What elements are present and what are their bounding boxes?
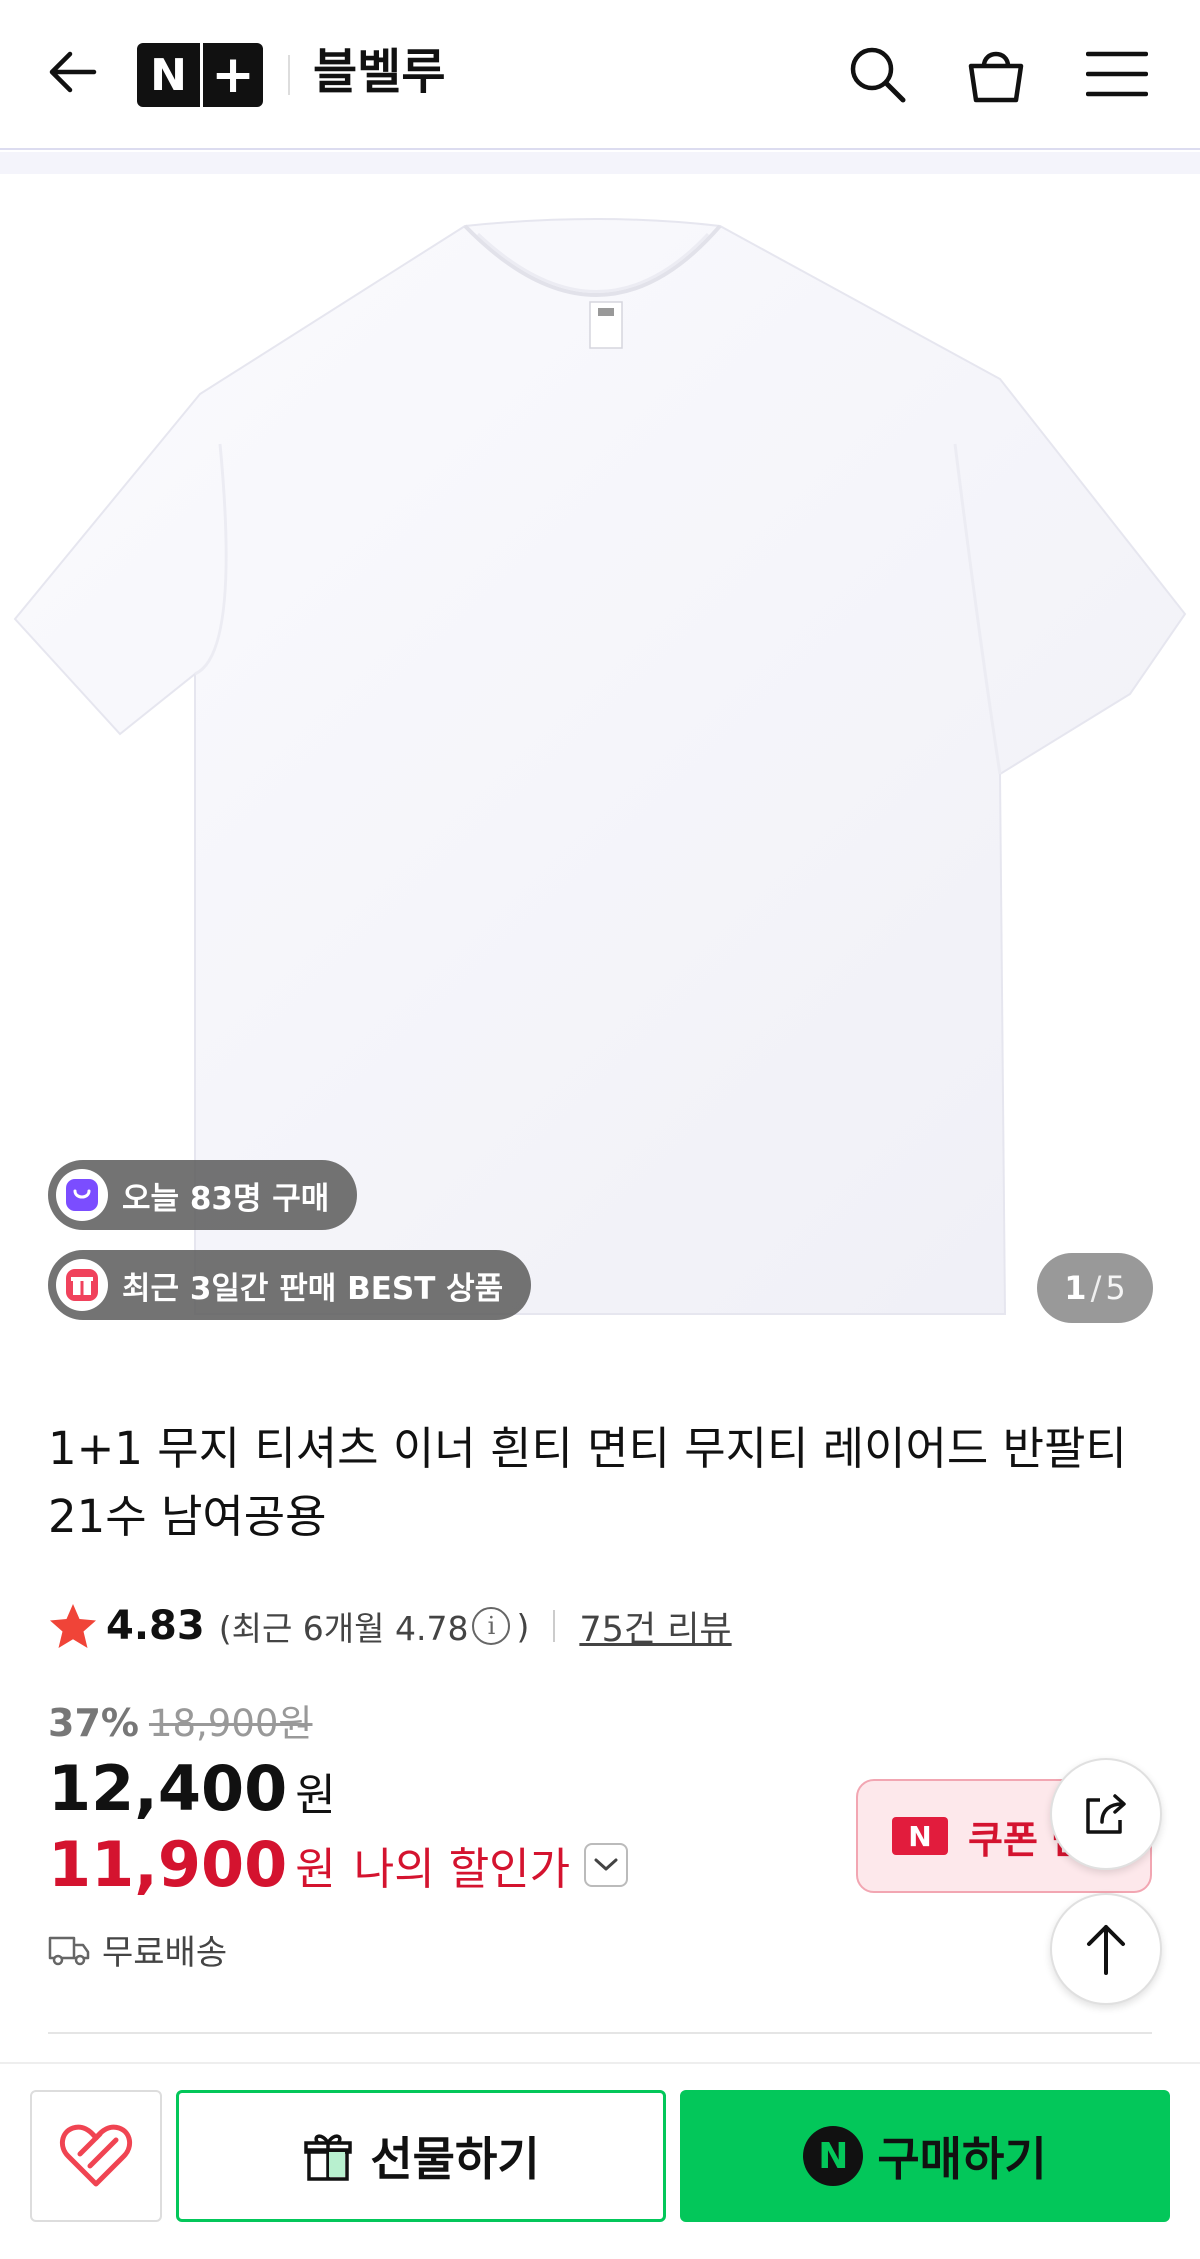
my-discount-expand-button[interactable]: [584, 1842, 629, 1887]
chevron-down-icon: [594, 1858, 618, 1870]
image-page-indicator: 1 / 5: [1037, 1253, 1153, 1323]
discount-row: 37% 18,900원: [48, 1693, 312, 1747]
sale-price: 12,400: [48, 1752, 288, 1825]
hamburger-menu-icon: [1086, 51, 1148, 97]
truck-icon: [48, 1936, 90, 1965]
product-title: 1+1 무지 티셔츠 이너 흰티 면티 무지티 레이어드 반팔티 21수 남여공…: [48, 1422, 1127, 1543]
cart-button[interactable]: [960, 38, 1032, 110]
share-icon: [1086, 1794, 1126, 1834]
purchase-count-badge: 오늘 83명 구매: [48, 1160, 358, 1230]
naver-n-badge: N: [892, 1817, 948, 1855]
original-price: 18,900원: [148, 1702, 313, 1745]
gift-button-label: 선물하기: [370, 2132, 540, 2186]
buy-now-button[interactable]: N 구매하기: [680, 2090, 1170, 2222]
arrow-left-icon: [49, 51, 97, 93]
sale-price-unit: 원: [295, 1770, 336, 1821]
discount-rate: 37%: [48, 1701, 139, 1745]
header-divider: [288, 55, 290, 95]
total-pages: 5: [1105, 1269, 1126, 1307]
rating-row: 4.83 (최근 6개월 4.78 i ) 75건 리뷰: [48, 1600, 732, 1652]
current-page: 1: [1064, 1269, 1087, 1307]
shopping-bag-icon: [56, 1169, 108, 1221]
my-discount-price: 11,900: [48, 1828, 288, 1901]
top-header: N + 블벨루: [0, 0, 1200, 150]
gift-box-icon: [56, 1259, 108, 1311]
shipping-text: 무료배송: [102, 1933, 228, 1973]
naver-plus-logo[interactable]: N +: [137, 43, 263, 107]
best-seller-text: 최근 3일간 판매 BEST 상품: [122, 1270, 504, 1307]
search-button[interactable]: [841, 38, 913, 110]
share-button[interactable]: [1050, 1758, 1162, 1870]
purchase-count-text: 오늘 83명 구매: [122, 1180, 330, 1217]
star-icon: [50, 1604, 96, 1648]
buy-now-label: 구매하기: [877, 2132, 1047, 2186]
heart-zzim-icon: [59, 2124, 133, 2187]
arrow-up-icon: [1087, 1925, 1125, 1975]
wishlist-button[interactable]: [30, 2090, 162, 2222]
shipping-info: 무료배송: [48, 1925, 227, 1974]
scroll-to-top-button[interactable]: [1050, 1893, 1162, 2005]
gift-button[interactable]: 선물하기: [176, 2090, 666, 2222]
logo-n: N: [150, 49, 187, 101]
logo-plus: +: [211, 45, 255, 105]
rating-separator: [553, 1610, 556, 1642]
review-count-link[interactable]: 75건 리뷰: [579, 1601, 731, 1652]
back-button[interactable]: [40, 40, 104, 104]
sale-price-row: 12,400 원: [48, 1752, 336, 1825]
product-image-gallery[interactable]: 오늘 83명 구매 최근 3일간 판매 BEST 상품 1 / 5: [0, 174, 1200, 1370]
shopping-bag-icon: [968, 51, 1024, 103]
store-name[interactable]: 블벨루: [313, 40, 445, 104]
search-icon: [850, 47, 906, 103]
gift-icon: [304, 2134, 353, 2181]
my-discount-unit: 원: [295, 1843, 336, 1895]
my-discount-label: 나의 할인가: [353, 1843, 571, 1895]
rating-score: 4.83: [106, 1603, 205, 1649]
content-divider: [48, 2032, 1152, 2034]
my-discount-row: 11,900 원 나의 할인가: [48, 1828, 629, 1901]
info-icon[interactable]: i: [472, 1607, 511, 1645]
menu-button[interactable]: [1081, 38, 1153, 110]
naver-pay-icon: N: [803, 2126, 864, 2186]
best-seller-badge: 최근 3일간 판매 BEST 상품: [48, 1250, 532, 1320]
recent-rating: (최근 6개월 4.78 i ): [218, 1606, 530, 1649]
header-sub-strip: [0, 152, 1200, 174]
bottom-action-bar: 선물하기 N 구매하기: [0, 2062, 1200, 2259]
